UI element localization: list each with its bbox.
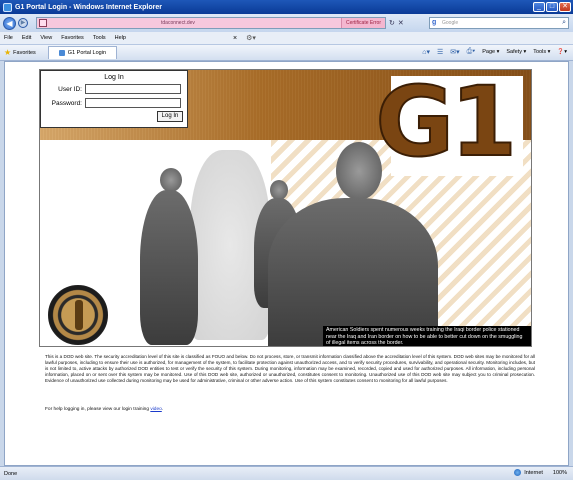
close-button[interactable]: ✕ [559, 2, 571, 12]
training-video-link[interactable]: video [150, 407, 161, 412]
help-text: For help logging in, please view our log… [45, 407, 163, 412]
window-controls: _ □ ✕ [533, 2, 571, 12]
tab-g1-portal-login[interactable]: G1 Portal Login [47, 46, 118, 59]
ie-icon [3, 2, 12, 12]
login-panel: Log In User ID: Password: Log In [40, 70, 188, 128]
login-button[interactable]: Log In [157, 111, 183, 122]
minimize-button[interactable]: _ [533, 2, 545, 12]
help-suffix: . [161, 407, 164, 412]
userid-field[interactable] [85, 84, 181, 94]
army-seal-logo [48, 285, 108, 345]
login-heading: Log In [104, 74, 124, 81]
page-menu[interactable]: Page ▾ [482, 49, 499, 55]
menu-tools[interactable]: Tools [93, 35, 106, 41]
refresh-icon[interactable]: ↻ [389, 19, 395, 27]
menu-bar: File Edit View Favorites Tools Help × ⚙▾ [0, 32, 573, 44]
address-bar[interactable]: tdaconnect.dev Certificate Error [36, 17, 386, 29]
search-placeholder: Google [442, 20, 459, 26]
soldier-head [336, 142, 382, 200]
safety-menu[interactable]: Safety ▾ [506, 49, 526, 55]
g1-banner: G1 American Soldiers spent numerous week… [39, 69, 532, 347]
address-url[interactable]: tdaconnect.dev [161, 20, 195, 26]
home-icon[interactable]: ⌂▾ [422, 48, 430, 56]
search-input[interactable]: g Google ⌕ [429, 17, 569, 29]
soldier-figure [140, 190, 198, 345]
tab-label: G1 Portal Login [67, 50, 107, 56]
close-toolbar-icon[interactable]: × [233, 35, 237, 42]
page-content: G1 American Soldiers spent numerous week… [4, 61, 569, 466]
favorites-button[interactable]: Favorites [13, 50, 36, 56]
stop-icon[interactable]: ✕ [398, 19, 404, 27]
favorites-bar: ★ Favorites G1 Portal Login ⌂▾ ☰ ✉▾ ⎙▾ P… [0, 44, 573, 61]
mail-icon[interactable]: ✉▾ [450, 48, 459, 56]
maximize-button[interactable]: □ [546, 2, 558, 12]
page-icon [39, 19, 47, 27]
forward-button[interactable]: ▶ [18, 18, 28, 28]
password-row: Password: [47, 98, 181, 108]
userid-label: User ID: [58, 85, 82, 93]
print-icon[interactable]: ⎙▾ [467, 48, 476, 56]
favorites-star-icon[interactable]: ★ [4, 48, 11, 57]
toolbar-options-icon[interactable]: ⚙▾ [246, 34, 256, 42]
zoom-level[interactable]: 100% [553, 470, 567, 476]
photo-caption: American Soldiers spent numerous weeks t… [323, 326, 531, 346]
status-bar: Done Internet 100% [0, 466, 573, 480]
menu-edit[interactable]: Edit [22, 35, 31, 41]
soldier-head [160, 168, 182, 192]
menu-favorites[interactable]: Favorites [61, 35, 84, 41]
tools-menu[interactable]: Tools ▾ [533, 49, 550, 55]
menu-file[interactable]: File [4, 35, 13, 41]
globe-icon [514, 469, 522, 476]
userid-row: User ID: [47, 84, 181, 94]
google-icon: g [432, 19, 437, 26]
back-button[interactable]: ◀ [3, 16, 16, 30]
password-label: Password: [51, 99, 82, 107]
menu-help[interactable]: Help [115, 35, 126, 41]
help-menu[interactable]: ❓▾ [557, 49, 567, 55]
tab-page-icon [58, 50, 65, 56]
status-right: Internet 100% [514, 469, 567, 476]
g1-logo: G1 [374, 69, 518, 178]
soldier-head [270, 180, 288, 200]
window-title: G1 Portal Login - Windows Internet Explo… [15, 3, 162, 11]
certificate-error-button[interactable]: Certificate Error [340, 18, 385, 28]
password-field[interactable] [85, 98, 181, 108]
address-row: ◀ ▶ tdaconnect.dev Certificate Error ↻ ✕… [0, 14, 573, 32]
dod-notice: This is a DOD web site. The security acc… [45, 354, 535, 383]
address-tools: ↻ ✕ [389, 19, 404, 27]
window-title-bar: G1 Portal Login - Windows Internet Explo… [0, 0, 573, 14]
security-zone: Internet [514, 469, 543, 476]
zone-label: Internet [524, 469, 543, 476]
search-icon[interactable]: ⌕ [562, 18, 566, 28]
soldier-figure [268, 198, 438, 346]
help-prefix: For help logging in, please view our log… [45, 407, 151, 412]
command-bar: ⌂▾ ☰ ✉▾ ⎙▾ Page ▾ Safety ▾ Tools ▾ ❓▾ [422, 48, 567, 56]
menu-view[interactable]: View [40, 35, 52, 41]
feeds-icon[interactable]: ☰ [437, 48, 443, 56]
status-text: Done [4, 470, 18, 477]
